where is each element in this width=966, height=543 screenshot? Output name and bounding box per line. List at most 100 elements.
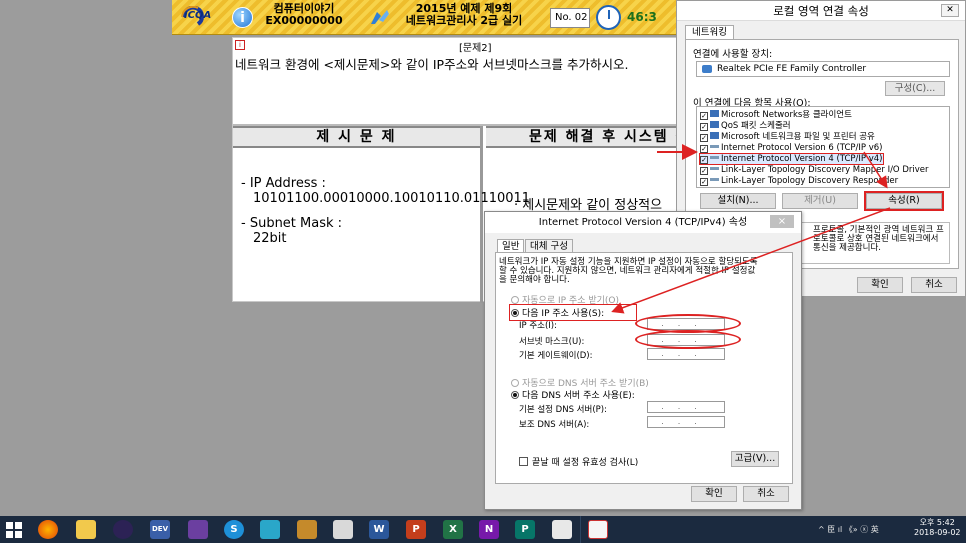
clock-date: 2018-09-02 <box>914 528 961 537</box>
lan-dialog-title: 로컬 영역 연결 속성 <box>677 1 965 21</box>
checkbox-checked-icon[interactable]: ✓ <box>700 167 708 175</box>
network-icon[interactable] <box>333 520 353 539</box>
validate-checkbox[interactable]: 끝날 때 설정 유효성 검사(L) <box>519 455 638 468</box>
dev-cpp-icon[interactable]: DEV <box>150 520 170 539</box>
logo-text: ICQA <box>184 10 212 21</box>
list-item[interactable]: ✓ Microsoft 네트워크용 파일 및 프린터 공유 <box>700 132 875 142</box>
checkbox-checked-icon[interactable]: ✓ <box>700 134 708 142</box>
configure-button[interactable]: 구성(C)... <box>885 81 945 96</box>
result-heading: 문제 해결 후 시스템 상 <box>486 126 679 148</box>
list-item[interactable]: ✓ Internet Protocol Version 6 (TCP/IP v6) <box>700 143 883 153</box>
question-app-icon: i <box>235 40 245 50</box>
lan-close-button[interactable]: ✕ <box>941 4 959 17</box>
given-problem-column: 제 시 문 제 - IP Address : 10101100.00010000… <box>233 126 530 303</box>
candidate-id: EX00000000 <box>265 14 343 27</box>
ipv4-description: 네트워크가 IP 자동 설정 기능을 지원하면 IP 설정이 자동으로 할당되도… <box>499 257 758 285</box>
subnet-mask-field-label: 서브넷 마스크(U): <box>519 337 585 347</box>
excel-icon[interactable]: X <box>443 520 463 539</box>
taskbar-divider <box>580 516 581 543</box>
ipv4-properties-dialog: Internet Protocol Version 4 (TCP/IPv4) 속… <box>484 211 802 510</box>
connect-using-label: 연결에 사용할 장치: <box>693 49 773 60</box>
protocol-icon <box>710 156 719 159</box>
components-list[interactable]: ✓ Microsoft Networks용 클라이언트 ✓ QoS 패킷 스케줄러 … <box>696 106 950 188</box>
checkbox-checked-icon[interactable]: ✓ <box>700 156 708 164</box>
checkbox-unchecked-icon[interactable] <box>519 457 528 466</box>
manual-ip-radio[interactable]: 다음 IP 주소 사용(S): <box>509 304 637 321</box>
publisher-icon[interactable]: P <box>515 520 535 539</box>
ipv4-ok-button[interactable]: 확인 <box>691 486 737 502</box>
skype-icon[interactable]: S <box>224 520 244 539</box>
exam-title: 2015년 예제 제9회 네트워크관리사 2급 실기 <box>394 3 534 27</box>
radio-checked-icon <box>511 391 519 399</box>
visual-studio-icon[interactable] <box>188 520 208 539</box>
checkbox-checked-icon[interactable]: ✓ <box>700 123 708 131</box>
word-icon[interactable]: W <box>369 520 389 539</box>
tab-general[interactable]: 일반 <box>497 239 525 253</box>
app-icon[interactable] <box>260 520 280 539</box>
lan-cancel-button[interactable]: 취소 <box>911 277 957 293</box>
install-button[interactable]: 설치(N)... <box>700 193 776 209</box>
protocol-icon <box>710 145 719 148</box>
question-number[interactable]: No. 02 <box>550 8 590 28</box>
manual-dns-radio[interactable]: 다음 DNS 서버 주소 사용(E): <box>511 388 635 401</box>
taskbar: DEV S W P X N P ^ 臣 ıl 《» ⓧ 英 오후 5:42 20… <box>0 516 966 543</box>
tools-icon[interactable] <box>369 8 391 26</box>
question-text: 네트워크 환경에 <제시문제>와 같이 IP주소와 서브넷마스크를 추가하시오. <box>235 57 629 72</box>
checkbox-checked-icon[interactable]: ✓ <box>700 178 708 186</box>
timer-clock-icon <box>596 5 621 30</box>
eclipse-icon[interactable] <box>113 520 133 539</box>
ipv4-cancel-button[interactable]: 취소 <box>743 486 789 502</box>
list-item[interactable]: ✓ Link-Layer Topology Discovery Responder <box>700 176 898 186</box>
auto-ip-radio[interactable]: 자동으로 IP 주소 받기(O) <box>511 293 619 306</box>
ipv4-dialog-body <box>495 252 793 484</box>
checkbox-checked-icon[interactable]: ✓ <box>700 112 708 120</box>
alternate-dns-input[interactable]: ... <box>647 416 725 428</box>
advanced-button[interactable]: 고급(V)... <box>731 451 779 467</box>
adapter-field: Realtek PCIe FE Family Controller <box>696 61 950 77</box>
subnet-mask-value: 22bit <box>253 231 287 246</box>
onenote-icon[interactable]: N <box>479 520 499 539</box>
radio-unchecked-icon <box>511 296 519 304</box>
tab-alternate-config[interactable]: 대체 구성 <box>525 239 573 253</box>
exam-subject: 네트워크관리사 2급 실기 <box>405 14 523 27</box>
tab-networking[interactable]: 네트워킹 <box>685 25 734 40</box>
list-item[interactable]: ✓ Microsoft Networks용 클라이언트 <box>700 110 852 120</box>
system-tray[interactable]: ^ 臣 ıl 《» ⓧ 英 <box>818 524 879 535</box>
list-item-ipv4[interactable]: ✓ Internet Protocol Version 4 (TCP/IP v4) <box>699 153 884 165</box>
mask-highlight-ellipse <box>635 330 741 349</box>
gateway-input[interactable]: ... <box>647 348 725 360</box>
properties-button[interactable]: 속성(R) <box>864 191 944 211</box>
ip-address-label: - IP Address : <box>241 176 326 191</box>
list-item[interactable]: ✓ QoS 패킷 스케줄러 <box>700 121 791 131</box>
radio-unchecked-icon <box>511 379 519 387</box>
network-service-icon <box>710 121 719 128</box>
taskbar-clock[interactable]: 오후 5:42 2018-09-02 <box>914 518 961 538</box>
alternate-dns-label: 보조 DNS 서버(A): <box>519 420 590 430</box>
radio-checked-icon <box>511 309 519 317</box>
protocol-icon <box>710 178 719 181</box>
file-explorer-icon[interactable] <box>76 520 96 539</box>
powerpoint-icon[interactable]: P <box>406 520 426 539</box>
uninstall-button[interactable]: 제거(U) <box>782 193 858 209</box>
clock-time: 오후 5:42 <box>919 518 955 527</box>
start-windows-icon[interactable] <box>6 522 22 538</box>
paint-icon[interactable] <box>297 520 317 539</box>
firefox-icon[interactable] <box>38 520 58 539</box>
network-adapter-icon <box>702 65 712 73</box>
exam-header: ICQA i 컴퓨터이야기 EX00000000 2015년 예제 제9회 네트… <box>172 0 678 35</box>
preferred-dns-input[interactable]: ... <box>647 401 725 413</box>
preferred-dns-label: 기본 설정 DNS 서버(P): <box>519 405 607 415</box>
list-item[interactable]: ✓ Link-Layer Topology Discovery Mapper I/… <box>700 165 928 175</box>
gateway-field-label: 기본 게이트웨이(D): <box>519 351 593 361</box>
checkbox-checked-icon[interactable]: ✓ <box>700 145 708 153</box>
subnet-mask-label: - Subnet Mask : <box>241 216 343 231</box>
lan-ok-button[interactable]: 확인 <box>857 277 903 293</box>
adapter-name: Realtek PCIe FE Family Controller <box>717 64 867 74</box>
candidate-info: 컴퓨터이야기 EX00000000 <box>264 3 344 27</box>
network-client-icon <box>710 110 719 117</box>
info-icon[interactable]: i <box>232 7 253 28</box>
photoshop-icon[interactable] <box>552 520 572 539</box>
description-text: 프로토콜, 기본적인 광역 네트워크 프로토콜로 상호 연결된 네트워크에서 통… <box>813 225 944 253</box>
exam-app-icon[interactable] <box>588 520 608 539</box>
close-icon[interactable]: × <box>770 215 794 228</box>
